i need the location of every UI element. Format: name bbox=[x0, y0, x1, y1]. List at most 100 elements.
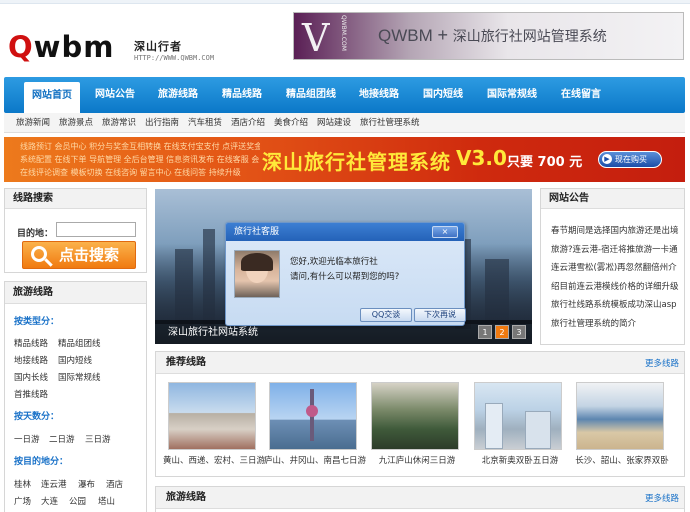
subnav-hotel[interactable]: 酒店介绍 bbox=[231, 113, 265, 133]
close-icon[interactable]: × bbox=[432, 226, 458, 238]
route-card[interactable]: 北京新奥双卧五日游 bbox=[474, 382, 564, 472]
route-link[interactable]: 国内短线 bbox=[58, 354, 92, 366]
routes-list-title: 旅游线路 bbox=[156, 487, 684, 509]
subnav-system[interactable]: 旅行社管理系统 bbox=[360, 113, 420, 133]
route-link[interactable]: 国内长线 bbox=[14, 371, 48, 383]
nav-item-international[interactable]: 国际常规线 bbox=[487, 77, 537, 113]
route-link[interactable]: 二日游 bbox=[49, 433, 75, 445]
building-shape bbox=[525, 411, 551, 449]
banner-side-url: QWBM.COM bbox=[340, 15, 347, 51]
route-link[interactable]: 地接线路 bbox=[14, 354, 48, 366]
banner-v-mark: V bbox=[302, 16, 330, 60]
route-link[interactable]: 公园 bbox=[69, 495, 86, 507]
route-card-caption: 北京新奥双卧五日游 bbox=[481, 456, 559, 466]
route-card[interactable]: 黄山、西递、宏村、三日游 bbox=[163, 382, 265, 472]
route-link[interactable]: 酒店 bbox=[106, 478, 123, 490]
route-card-caption: 长沙、韶山、张家界双卧 bbox=[575, 456, 669, 466]
top-banner-ad[interactable]: V QWBM.COM QWBM + 深山旅行社网站管理系统 bbox=[293, 12, 684, 60]
promo-title: 深山旅行社管理系统 bbox=[262, 150, 451, 174]
route-link[interactable]: 连云港 bbox=[41, 478, 67, 490]
destination-input[interactable] bbox=[56, 222, 136, 237]
subnav-tips[interactable]: 旅游常识 bbox=[102, 113, 136, 133]
bridge-photo bbox=[371, 382, 459, 450]
route-link[interactable]: 精品组团线 bbox=[58, 337, 101, 349]
logo-url: HTTP://WWW.QWBM.COM bbox=[134, 54, 215, 62]
search-button[interactable]: 点击搜索 bbox=[22, 241, 136, 269]
recommended-routes-panel: 推荐线路 更多线路 黄山、西递、宏村、三日游 庐山、井冈山、南昌七日游 九江庐山… bbox=[155, 351, 685, 477]
route-card[interactable]: 长沙、韶山、张家界双卧 bbox=[575, 382, 669, 472]
notice-marquee[interactable]: 春节期间是选择国内旅游还是出境旅游?连云港-宿迁将推旅游一卡通连云港雪松(雾凇)… bbox=[551, 222, 679, 333]
nav-item-local[interactable]: 地接线路 bbox=[359, 77, 399, 113]
site-notice-panel: 网站公告 春节期间是选择国内旅游还是出境旅游?连云港-宿迁将推旅游一卡通连云港雪… bbox=[540, 188, 685, 345]
route-search-panel: 线路搜索 目的地： 点击搜索 bbox=[4, 188, 147, 273]
recommended-title: 推荐线路 bbox=[156, 352, 684, 374]
later-button[interactable]: 下次再说 bbox=[414, 308, 466, 322]
chat-greeting: 您好,欢迎光临本旅行社 bbox=[290, 257, 378, 267]
route-link[interactable]: 一日游 bbox=[14, 433, 40, 445]
logo-brand: Qwbm bbox=[8, 30, 115, 64]
destination-label: 目的地： bbox=[17, 229, 54, 239]
site-logo[interactable]: Qwbm 深山行者 HTTP://WWW.QWBM.COM bbox=[8, 24, 248, 68]
chat-title: 旅行社客服 bbox=[226, 223, 464, 241]
main-nav: 网站首页 网站公告 旅游线路 精品线路 精品组团线 地接线路 国内短线 国际常规… bbox=[4, 77, 685, 113]
route-link[interactable]: 大连 bbox=[41, 495, 58, 507]
route-card[interactable]: 庐山、井冈山、南昌七日游 bbox=[264, 382, 366, 472]
route-link[interactable]: 三日游 bbox=[85, 433, 111, 445]
routes-list-panel: 旅游线路 更多线路 bbox=[155, 486, 685, 512]
more-routes-link[interactable]: 更多线路 bbox=[645, 492, 679, 504]
promo-version: V3.0 bbox=[456, 146, 507, 170]
notice-title: 网站公告 bbox=[541, 189, 684, 209]
route-link[interactable]: 桂林 bbox=[14, 478, 31, 490]
nav-item-guestbook[interactable]: 在线留言 bbox=[561, 77, 601, 113]
promo-price: 只要 700 元 bbox=[507, 155, 583, 170]
slide-page-2[interactable]: 2 bbox=[495, 325, 509, 339]
promo-banner[interactable]: 线路预订 会员中心 积分与奖金互相转换 在线支付宝支付 点评送奖金 奖金提现 点… bbox=[4, 137, 685, 182]
banner-text: QWBM + 深山旅行社网站管理系统 bbox=[378, 25, 607, 45]
tower-ball bbox=[306, 405, 318, 417]
subnav-car-rental[interactable]: 汽车租赁 bbox=[188, 113, 222, 133]
nav-item-routes[interactable]: 旅游线路 bbox=[158, 77, 198, 113]
route-card-caption: 庐山、井冈山、南昌七日游 bbox=[263, 456, 366, 466]
subnav-guide[interactable]: 出行指南 bbox=[145, 113, 179, 133]
search-panel-title: 线路搜索 bbox=[5, 189, 146, 209]
route-link[interactable]: 广场 bbox=[14, 495, 31, 507]
promo-feature-list: 线路预订 会员中心 积分与奖金互相转换 在线支付宝支付 点评送奖金 奖金提现 点… bbox=[20, 142, 260, 177]
top-border bbox=[0, 0, 690, 4]
subnav-web-build[interactable]: 网站建设 bbox=[317, 113, 351, 133]
route-card-caption: 九江庐山休闲三日游 bbox=[378, 456, 456, 466]
slide-page-1[interactable]: 1 bbox=[478, 325, 492, 339]
arrow-right-icon: ▶ bbox=[602, 154, 612, 164]
city-photo bbox=[474, 382, 562, 450]
slide-page-3[interactable]: 3 bbox=[512, 325, 526, 339]
agent-avatar bbox=[234, 250, 280, 298]
chat-question: 请问,有什么可以帮到您的吗? bbox=[290, 272, 400, 282]
subnav-food[interactable]: 美食介绍 bbox=[274, 113, 308, 133]
route-link[interactable]: 首推线路 bbox=[14, 388, 48, 400]
beach-photo bbox=[576, 382, 664, 450]
qq-chat-button[interactable]: QQ交谈 bbox=[360, 308, 412, 322]
nav-item-group[interactable]: 精品组团线 bbox=[286, 77, 336, 113]
route-link[interactable]: 国际常规线 bbox=[58, 371, 101, 383]
nav-item-home[interactable]: 网站首页 bbox=[24, 82, 80, 113]
nav-item-premium[interactable]: 精品线路 bbox=[222, 77, 262, 113]
route-link[interactable]: 瀑布 bbox=[78, 478, 95, 490]
sub-nav: 旅游新闻 旅游景点 旅游常识 出行指南 汽车租赁 酒店介绍 美食介绍 网站建设 … bbox=[4, 113, 685, 133]
subnav-news[interactable]: 旅游新闻 bbox=[16, 113, 50, 133]
tower-photo bbox=[269, 382, 357, 450]
route-link[interactable]: 精品线路 bbox=[14, 337, 48, 349]
more-routes-link[interactable]: 更多线路 bbox=[645, 357, 679, 369]
route-link[interactable]: 塔山 bbox=[98, 495, 115, 507]
nav-item-domestic[interactable]: 国内短线 bbox=[423, 77, 463, 113]
category-by-days: 按天数分： bbox=[14, 412, 60, 422]
routes-panel: 旅游线路 按类型分： 精品线路 精品组团线 地接线路 国内短线 国内长线 国际常… bbox=[4, 281, 147, 512]
routes-panel-title: 旅游线路 bbox=[5, 282, 146, 304]
buy-now-button[interactable]: ▶ 现在购买 bbox=[598, 151, 662, 168]
route-card-caption: 黄山、西递、宏村、三日游 bbox=[162, 456, 265, 466]
route-card[interactable]: 九江庐山休闲三日游 bbox=[371, 382, 461, 472]
customer-service-popup: 旅行社客服 × 您好,欢迎光临本旅行社 请问,有什么可以帮到您的吗? QQ交谈 … bbox=[225, 222, 466, 326]
building-shape bbox=[485, 403, 503, 449]
subnav-spots[interactable]: 旅游景点 bbox=[59, 113, 93, 133]
category-by-destination: 按目的地分： bbox=[14, 457, 69, 467]
category-by-type: 按类型分： bbox=[14, 317, 60, 327]
nav-item-notice[interactable]: 网站公告 bbox=[95, 77, 135, 113]
